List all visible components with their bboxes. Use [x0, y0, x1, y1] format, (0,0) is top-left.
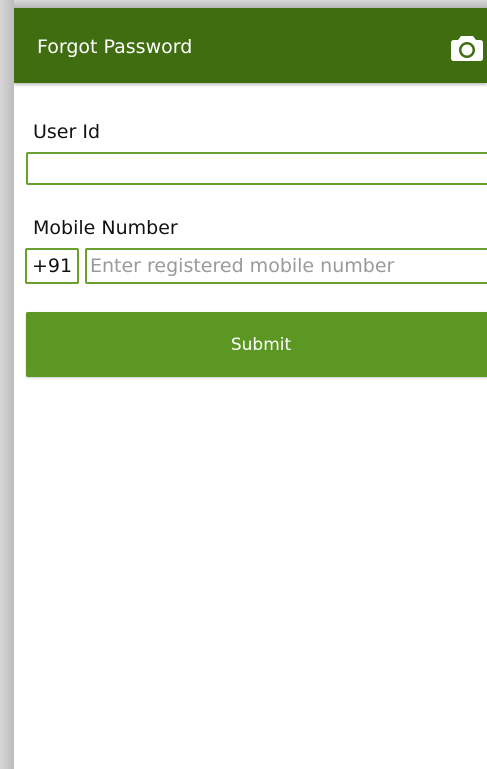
mobile-number-label: Mobile Number [33, 217, 178, 239]
camera-button[interactable] [450, 32, 484, 62]
app-bar: Forgot Password [14, 8, 487, 83]
mobile-number-input[interactable] [85, 248, 487, 284]
camera-icon [451, 36, 483, 61]
user-id-label: User Id [33, 121, 101, 143]
window-shadow-left [0, 0, 14, 769]
user-id-input[interactable] [26, 152, 487, 185]
page-title: Forgot Password [37, 36, 193, 58]
forgot-password-screen: Forgot Password User Id Mobile Number +9… [14, 8, 487, 769]
submit-button[interactable]: Submit [26, 312, 487, 377]
window-shadow-top [14, 0, 487, 8]
country-code-prefix: +91 [25, 248, 79, 284]
